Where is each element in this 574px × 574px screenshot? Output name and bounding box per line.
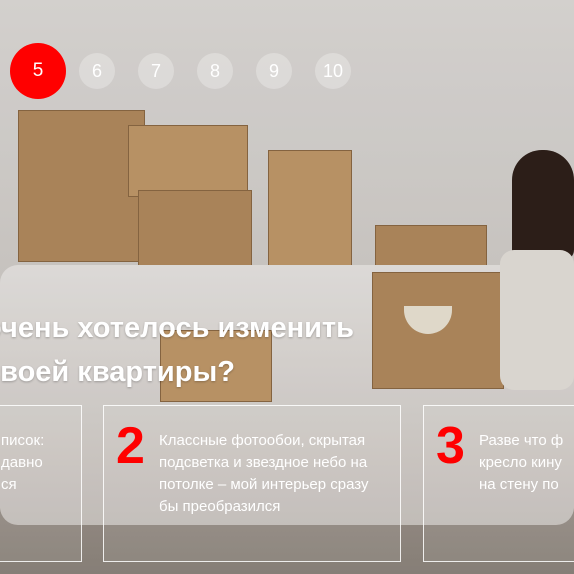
answer-text: Разве что ф кресло кину на стену по <box>479 430 574 496</box>
answer-card-3[interactable]: 3 Разве что ф кресло кину на стену по <box>423 405 574 562</box>
page-dot-8[interactable]: 8 <box>197 53 233 89</box>
page-dot-9[interactable]: 9 <box>256 53 292 89</box>
answer-text-line: давно <box>1 454 43 471</box>
answer-text-line: писок: <box>1 432 45 449</box>
answer-text-line: ся <box>1 476 17 493</box>
question-heading: очень хотелось изменить своей квартиры? <box>0 306 354 394</box>
answer-number: 2 <box>116 417 145 475</box>
page-dot-5-active[interactable]: 5 <box>10 43 66 99</box>
answer-text: Классные фотообои, скрытая подсветка и з… <box>159 432 369 515</box>
answer-text-line: на стену по <box>479 476 559 493</box>
question-line-2: своей квартиры? <box>0 356 235 388</box>
page-dot-10[interactable]: 10 <box>315 53 351 89</box>
answer-text: писок: давно ся <box>1 430 71 496</box>
quiz-slide: 4 5 6 7 8 9 10 очень хотелось изменить с… <box>0 0 574 574</box>
answer-card-2[interactable]: 2 Классные фотообои, скрытая подсветка и… <box>103 405 401 562</box>
answer-card-1[interactable]: писок: давно ся <box>0 405 82 562</box>
answer-text-line: кресло кину <box>479 454 562 471</box>
quiz-pagination: 4 5 6 7 8 9 10 <box>0 43 351 99</box>
page-dot-6[interactable]: 6 <box>79 53 115 89</box>
answer-number: 3 <box>436 417 465 475</box>
question-line-1: очень хотелось изменить <box>0 312 354 344</box>
page-dot-7[interactable]: 7 <box>138 53 174 89</box>
answer-text-line: Разве что ф <box>479 432 564 449</box>
